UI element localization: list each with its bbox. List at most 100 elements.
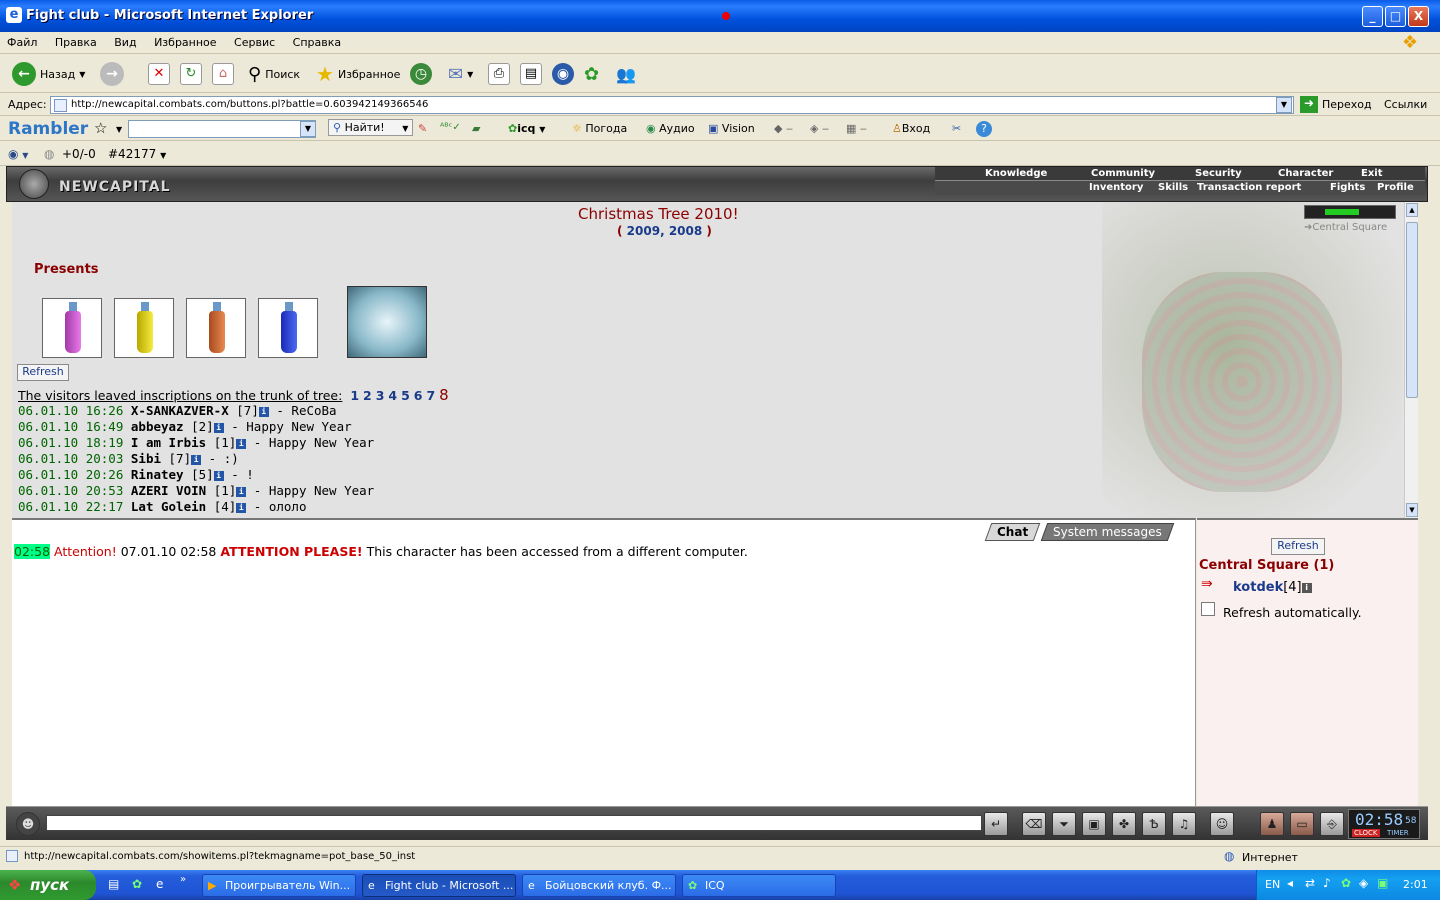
refresh-page-button[interactable]: ↻ — [180, 61, 202, 87]
menu-help[interactable]: Справка — [286, 32, 348, 53]
year-2008-link[interactable]: 2008 — [669, 224, 702, 238]
friends-icon[interactable]: ♟ — [1260, 812, 1284, 836]
nav-community[interactable]: Community — [1091, 168, 1155, 179]
chat-mode-icon[interactable]: ☻ — [16, 812, 40, 836]
nav-profile[interactable]: Profile — [1377, 182, 1414, 193]
nav-exit[interactable]: Exit — [1361, 168, 1383, 179]
user-name[interactable]: Sibi — [131, 451, 161, 466]
start-button[interactable]: ❖ пуск — [0, 870, 96, 900]
save-icon[interactable]: ▣ — [1082, 812, 1106, 836]
page-link-1[interactable]: 1 — [350, 388, 359, 403]
present-potion-blue[interactable] — [258, 298, 318, 358]
online-refresh-button[interactable]: Refresh — [1271, 538, 1325, 555]
menu-tools[interactable]: Сервис — [227, 32, 282, 53]
main-scrollbar[interactable]: ▲ ▼ — [1404, 202, 1418, 518]
help-icon[interactable]: ? — [976, 121, 992, 137]
present-potion-yellow[interactable] — [114, 298, 174, 358]
address-dropdown[interactable]: ▼ — [1276, 97, 1292, 113]
present-potion-orange[interactable] — [186, 298, 246, 358]
icq-tray-icon[interactable]: ✿ — [1341, 876, 1351, 890]
history-button[interactable]: ◷ — [410, 61, 432, 87]
maximize-button[interactable]: □ — [1385, 6, 1406, 27]
compass-icon[interactable]: ◉ ▼ — [8, 147, 28, 161]
info-icon[interactable]: i — [191, 455, 202, 465]
ie-quicklaunch-icon[interactable]: e — [156, 877, 163, 891]
present-pillow[interactable] — [347, 286, 427, 358]
fight-icon[interactable]: ✤ — [1112, 812, 1136, 836]
menu-view[interactable]: Вид — [107, 32, 143, 53]
weather-button[interactable]: ☼ Погода — [572, 122, 627, 135]
task-fight-club-ru[interactable]: e Бойцовский клуб. Ф... — [522, 874, 676, 897]
close-button[interactable]: X — [1408, 6, 1429, 27]
page-link-4[interactable]: 4 — [388, 388, 397, 403]
volume-icon[interactable]: ♪ — [1323, 876, 1331, 890]
timer-toggle[interactable]: TIMER — [1387, 829, 1409, 837]
security-icon[interactable]: ▣ — [1377, 876, 1388, 890]
user-name[interactable]: Lat Golein — [131, 499, 206, 514]
year-2009-link[interactable]: 2009 — [627, 224, 660, 238]
games-icon[interactable]: ▦ ‒ — [846, 122, 867, 135]
page-link-7[interactable]: 7 — [426, 388, 435, 403]
send-icon[interactable]: ↵ — [984, 812, 1008, 836]
contacts-button[interactable]: 👥 — [616, 61, 636, 87]
print-button[interactable]: ⎙ — [488, 61, 510, 87]
tab-system-messages[interactable]: System messages — [1040, 523, 1175, 541]
language-indicator[interactable]: EN — [1265, 878, 1280, 891]
icq-button[interactable]: ✿icq ▼ — [508, 122, 545, 135]
nav-skills[interactable]: Skills — [1158, 182, 1188, 193]
rambler-find-button[interactable]: ⚲ Найти! ▼ — [328, 119, 414, 136]
rambler-search-input[interactable] — [128, 120, 316, 138]
favorites-button[interactable]: ★ Избранное — [316, 61, 400, 87]
edit-button[interactable]: ▤ — [520, 61, 542, 87]
filter-icon[interactable]: ⏷ — [1052, 812, 1076, 836]
chevron-down-icon[interactable]: ▼ — [116, 125, 122, 134]
info-icon[interactable]: i — [236, 503, 247, 513]
page-link-5[interactable]: 5 — [401, 388, 410, 403]
minimize-button[interactable]: _ — [1362, 6, 1383, 27]
auto-refresh-checkbox[interactable] — [1201, 602, 1215, 616]
tab-chat[interactable]: Chat — [984, 523, 1041, 541]
chat-input[interactable] — [46, 815, 982, 831]
tray-back-icon[interactable]: ◂ — [1287, 876, 1293, 890]
go-arrow-icon[interactable]: ➜ — [1300, 96, 1318, 113]
info-icon[interactable]: i — [258, 407, 269, 417]
window-titlebar[interactable]: e Fight club - Microsoft Internet Explor… — [0, 0, 1440, 32]
messenger-button[interactable]: ◉ — [552, 61, 574, 87]
settings-icon[interactable]: ✂ — [952, 122, 961, 135]
info-icon[interactable]: i — [213, 423, 224, 433]
private-arrow-icon[interactable]: ⇛ — [1201, 576, 1213, 592]
mail-button[interactable]: ✉ ▼ — [448, 61, 473, 87]
page-link-6[interactable]: 6 — [414, 388, 423, 403]
user-name[interactable]: AZERI VOIN — [131, 483, 206, 498]
nav-knowledge[interactable]: Knowledge — [985, 168, 1047, 179]
bookmark-star-icon[interactable]: ☆ — [94, 119, 107, 137]
system-clock[interactable]: 2:01 — [1403, 878, 1428, 891]
spellcheck-icon[interactable]: ᴬᴮᶜ✓ — [440, 122, 461, 133]
menu-favorites[interactable]: Избранное — [147, 32, 223, 53]
tool-icon[interactable]: ◆ ‒ — [774, 122, 793, 135]
page-link-2[interactable]: 2 — [363, 388, 372, 403]
translate-icon[interactable]: ▰ — [472, 122, 480, 135]
search-button[interactable]: ⚲ Поиск — [248, 61, 300, 87]
user-name[interactable]: kotdek — [1233, 580, 1283, 595]
user-name[interactable]: X-SANKAZVER-X — [131, 403, 229, 418]
clock-toggle[interactable]: CLOCK — [1352, 829, 1380, 837]
exit-door-icon[interactable]: ⎆ — [1320, 812, 1344, 836]
forward-button[interactable]: → — [100, 61, 124, 87]
user-name[interactable]: abbeyaz — [131, 419, 184, 434]
home-button[interactable]: ⌂ — [212, 61, 234, 87]
highlight-icon[interactable]: ✎ — [418, 122, 427, 135]
address-input[interactable]: http://newcapital.combats.com/buttons.pl… — [50, 96, 1294, 114]
rambler-logo[interactable]: Rambler — [8, 119, 88, 139]
nav-security[interactable]: Security — [1195, 168, 1242, 179]
info-icon[interactable]: i — [1301, 583, 1312, 593]
info-icon[interactable]: i — [236, 439, 247, 449]
antivirus-icon[interactable]: ◈ — [1359, 876, 1368, 890]
task-icq[interactable]: ✿ ICQ — [682, 874, 836, 897]
scroll-up-arrow[interactable]: ▲ — [1406, 203, 1418, 217]
nav-transaction-report[interactable]: Transaction report — [1197, 182, 1301, 193]
back-button[interactable]: ← Назад ▼ — [12, 61, 85, 87]
scroll-thumb[interactable] — [1406, 222, 1418, 398]
links-button[interactable]: Ссылки — [1384, 98, 1427, 111]
menu-file[interactable]: Файл — [0, 32, 44, 53]
